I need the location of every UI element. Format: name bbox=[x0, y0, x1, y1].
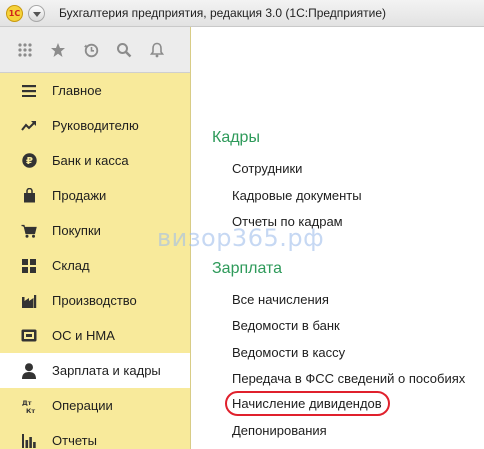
link-fss-transfer[interactable]: Передача в ФСС сведений о пособиях bbox=[232, 371, 465, 386]
sidebar-item-warehouse[interactable]: Склад bbox=[0, 248, 190, 283]
sidebar-item-label: Производство bbox=[52, 293, 137, 308]
link-cash-statements[interactable]: Ведомости в кассу bbox=[232, 345, 345, 360]
section-title-salary: Зарплата bbox=[212, 260, 283, 277]
sidebar-item-label: Склад bbox=[52, 258, 90, 273]
bar-chart-icon bbox=[20, 432, 38, 449]
sidebar-item-bank[interactable]: ₽ Банк и касса bbox=[0, 143, 190, 178]
sidebar-item-assets[interactable]: ОС и НМА bbox=[0, 318, 190, 353]
ruble-icon: ₽ bbox=[20, 152, 38, 170]
link-hr-reports[interactable]: Отчеты по кадрам bbox=[232, 214, 343, 229]
history-icon[interactable] bbox=[79, 38, 103, 62]
menu-lines-icon bbox=[20, 82, 38, 100]
warehouse-grid-icon bbox=[20, 257, 38, 275]
search-icon[interactable] bbox=[112, 38, 136, 62]
section-title-kadry: Кадры bbox=[212, 129, 260, 146]
main-menu-button[interactable] bbox=[28, 4, 45, 22]
sidebar-item-label: ОС и НМА bbox=[52, 328, 115, 343]
link-hr-documents[interactable]: Кадровые документы bbox=[232, 188, 362, 203]
sidebar-item-salary[interactable]: Зарплата и кадры bbox=[0, 353, 190, 388]
apps-grid-icon[interactable] bbox=[13, 38, 37, 62]
sidebar-item-label: Главное bbox=[52, 83, 102, 98]
app-logo-icon[interactable]: 1С bbox=[6, 4, 23, 22]
trend-icon bbox=[20, 117, 38, 135]
cart-icon bbox=[20, 222, 38, 240]
bell-icon[interactable] bbox=[145, 38, 169, 62]
sidebar-item-label: Отчеты bbox=[52, 433, 97, 448]
sidebar-item-label: Руководителю bbox=[52, 118, 139, 133]
link-bank-statements[interactable]: Ведомости в банк bbox=[232, 318, 340, 333]
chevron-down-icon bbox=[32, 11, 41, 17]
section-content-area: Кадры Сотрудники Кадровые документы Отче… bbox=[192, 27, 484, 449]
sections-panel: Главное Руководителю ₽ Банк и касса Прод… bbox=[0, 27, 191, 449]
svg-text:₽: ₽ bbox=[26, 156, 33, 167]
sidebar-item-sales[interactable]: Продажи bbox=[0, 178, 190, 213]
sidebar-item-main[interactable]: Главное bbox=[0, 73, 190, 108]
sidebar-item-label: Покупки bbox=[52, 223, 101, 238]
sidebar-item-purchases[interactable]: Покупки bbox=[0, 213, 190, 248]
link-deposits[interactable]: Депонирования bbox=[232, 423, 327, 438]
sidebar-item-label: Продажи bbox=[52, 188, 107, 203]
sidebar-item-label: Операции bbox=[52, 398, 113, 413]
quick-tools-bar bbox=[0, 27, 190, 73]
section-list: Главное Руководителю ₽ Банк и касса Прод… bbox=[0, 73, 190, 449]
svg-text:Кт: Кт bbox=[26, 407, 35, 414]
shopping-bag-icon bbox=[20, 187, 38, 205]
sidebar-item-reports[interactable]: Отчеты bbox=[0, 423, 190, 449]
sidebar-item-operations[interactable]: Дт Кт Операции bbox=[0, 388, 190, 423]
link-all-accruals[interactable]: Все начисления bbox=[232, 292, 329, 307]
assets-icon bbox=[20, 327, 38, 345]
sidebar-item-production[interactable]: Производство bbox=[0, 283, 190, 318]
highlight-ring bbox=[225, 391, 390, 416]
sidebar-item-label: Зарплата и кадры bbox=[52, 363, 161, 378]
person-icon bbox=[20, 362, 38, 380]
window-title: Бухгалтерия предприятия, редакция 3.0 (1… bbox=[59, 6, 387, 20]
window-title-bar: 1С Бухгалтерия предприятия, редакция 3.0… bbox=[0, 0, 484, 27]
sidebar-item-manager[interactable]: Руководителю bbox=[0, 108, 190, 143]
sidebar-item-label: Банк и касса bbox=[52, 153, 129, 168]
link-employees[interactable]: Сотрудники bbox=[232, 161, 302, 176]
svg-text:Дт: Дт bbox=[22, 399, 32, 407]
star-icon[interactable] bbox=[46, 38, 70, 62]
dt-kt-icon: Дт Кт bbox=[20, 397, 38, 415]
factory-icon bbox=[20, 292, 38, 310]
